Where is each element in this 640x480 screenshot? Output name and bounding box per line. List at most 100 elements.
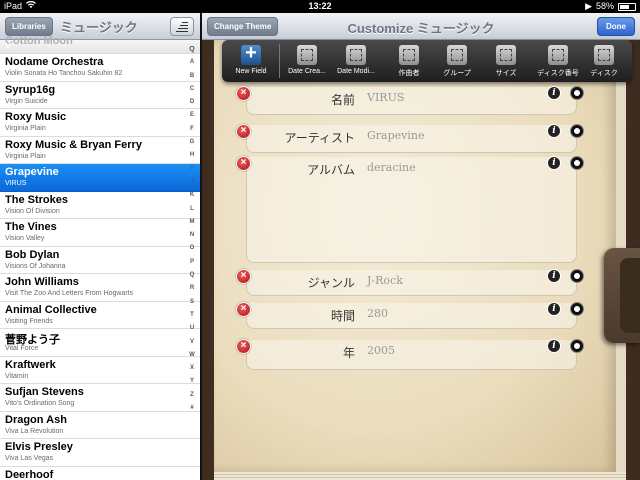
index-letter[interactable]: L <box>190 203 194 216</box>
track-title: Viva La Revolution <box>5 427 64 435</box>
ghost-title: Cotton Moon <box>5 35 73 47</box>
track-row[interactable]: 菅野よう子 Vital Force <box>0 329 200 357</box>
notebook-strap-clasp <box>620 258 640 333</box>
track-title: Virginia Plain <box>5 125 46 132</box>
track-artist: Roxy Music & Bryan Ferry <box>5 138 142 151</box>
field-icon <box>447 45 467 65</box>
toolbar-item[interactable]: サイズ <box>484 40 528 82</box>
index-letter[interactable]: Z <box>190 389 194 402</box>
index-letter[interactable]: X <box>190 362 194 375</box>
index-bar[interactable]: Q A B C D E F G H I J K L M N O P Q R S T U V W X Y Z # <box>184 43 200 480</box>
track-row[interactable]: Kraftwerk Vitamin <box>0 356 200 384</box>
index-letter[interactable]: B <box>190 70 194 83</box>
index-letter[interactable]: G <box>190 136 195 149</box>
track-row[interactable]: Roxy Music & Bryan Ferry Virginia Plain <box>0 136 200 164</box>
track-row[interactable]: Nodame Orchestra Violin Sonata Ho Tanchou… <box>0 54 200 82</box>
track-row[interactable]: Grapevine VIRUS <box>0 164 200 192</box>
battery-icon <box>618 2 636 11</box>
field-row[interactable]: 時間 280 <box>246 303 577 329</box>
field-row[interactable]: アーティスト Grapevine <box>246 125 577 153</box>
track-row[interactable]: The Strokes Vision Of Division <box>0 191 200 219</box>
index-letter[interactable]: # <box>190 402 193 415</box>
toolbar-item[interactable]: Date Crea... <box>285 40 329 82</box>
index-letter[interactable]: F <box>190 123 194 136</box>
index-letter[interactable]: N <box>190 229 194 242</box>
track-row[interactable]: Bob Dylan Visions Of Johanna <box>0 246 200 274</box>
index-letter[interactable]: Q <box>190 269 195 282</box>
index-letter[interactable]: K <box>190 189 194 202</box>
field-value: 280 <box>367 307 388 320</box>
delete-icon[interactable]: × <box>236 86 251 101</box>
toolbar-item[interactable]: ディスク番号 <box>532 40 584 82</box>
index-letter[interactable]: A <box>190 56 194 69</box>
track-row[interactable]: Dragon Ash Viva La Revolution <box>0 411 200 439</box>
libraries-button[interactable]: Libraries <box>5 17 53 36</box>
info-icon[interactable]: i <box>547 339 561 353</box>
delete-icon[interactable]: × <box>236 124 251 139</box>
track-row[interactable]: John Williams Visit The Zoo And Letters F… <box>0 274 200 302</box>
toolbar-item-label: ディスク番号 <box>537 70 579 77</box>
index-letter[interactable]: V <box>190 336 194 349</box>
toolbar-item[interactable]: Date Modi... <box>334 40 378 82</box>
toolbar-item[interactable]: 作曲者 <box>387 40 431 82</box>
track-row[interactable]: Deerhoof <box>0 466 200 480</box>
index-letter[interactable]: P <box>190 256 194 269</box>
index-letter[interactable]: Y <box>190 375 194 388</box>
info-icon[interactable]: i <box>547 269 561 283</box>
index-letter[interactable]: H <box>190 149 194 162</box>
toolbar-item[interactable]: グループ <box>435 40 479 82</box>
index-letter[interactable]: I <box>191 163 193 176</box>
delete-icon[interactable]: × <box>236 269 251 284</box>
battery-label: 58% <box>595 1 614 11</box>
index-letter[interactable]: C <box>190 83 194 96</box>
info-icon[interactable]: i <box>547 86 561 100</box>
toolbar-item-label: グループ <box>443 70 471 77</box>
index-letter[interactable]: U <box>190 322 194 335</box>
reorder-icon[interactable] <box>570 86 584 100</box>
track-artist: Roxy Music <box>5 111 67 123</box>
index-letter[interactable]: S <box>190 296 194 309</box>
info-icon[interactable]: i <box>547 156 561 170</box>
info-icon[interactable]: i <box>547 302 561 316</box>
delete-icon[interactable]: × <box>236 302 251 317</box>
customize-navbar: Change Theme Customize ミュージック Done <box>202 13 640 40</box>
toolbar-item[interactable]: ディスク <box>582 40 626 82</box>
index-search-icon[interactable]: Q <box>189 43 194 56</box>
customize-title: Customize ミュージック <box>347 21 495 36</box>
index-letter[interactable]: D <box>190 96 194 109</box>
reorder-icon[interactable] <box>570 269 584 283</box>
track-title: Violin Sonata Ho Tanchou Sakuhin 82 <box>5 70 123 77</box>
field-row[interactable]: 名前 VIRUS <box>246 87 577 115</box>
index-letter[interactable]: W <box>189 349 195 362</box>
index-letter[interactable]: T <box>190 309 194 322</box>
field-row[interactable]: アルバム deracine <box>246 157 577 263</box>
field-row[interactable]: 年 2005 <box>246 340 577 370</box>
index-letter[interactable]: M <box>190 216 195 229</box>
sort-button[interactable] <box>170 17 194 36</box>
reorder-icon[interactable] <box>570 339 584 353</box>
track-row[interactable]: Roxy Music Virginia Plain <box>0 109 200 137</box>
track-artist: Deerhoof <box>5 468 54 480</box>
info-icon[interactable]: i <box>547 124 561 138</box>
reorder-icon[interactable] <box>570 156 584 170</box>
field-row[interactable]: ジャンル J-Rock <box>246 270 577 296</box>
delete-icon[interactable]: × <box>236 156 251 171</box>
delete-icon[interactable]: × <box>236 339 251 354</box>
track-row[interactable]: Sufjan Stevens Vito's Ordination Song <box>0 384 200 412</box>
toolbar-item[interactable]: New Field <box>229 40 273 82</box>
index-letter[interactable]: O <box>190 242 195 255</box>
reorder-icon[interactable] <box>570 302 584 316</box>
index-letter[interactable]: E <box>190 109 194 122</box>
track-list[interactable]: Cotton Moon V Nodame Orchestra Violin Son… <box>0 35 200 480</box>
track-row[interactable]: The Vines Vision Valley <box>0 219 200 247</box>
track-row[interactable]: Animal Collective Visiting Friends <box>0 301 200 329</box>
done-button[interactable]: Done <box>597 17 635 36</box>
track-row[interactable]: Syrup16g Virgin Suicide <box>0 81 200 109</box>
library-title: ミュージック <box>60 20 138 35</box>
reorder-icon[interactable] <box>570 124 584 138</box>
index-letter[interactable]: R <box>190 282 194 295</box>
notebook-edge <box>214 472 626 480</box>
field-icon <box>297 45 317 65</box>
track-row[interactable]: Elvis Presley Viva Las Vegas <box>0 439 200 467</box>
index-letter[interactable]: J <box>190 176 193 189</box>
